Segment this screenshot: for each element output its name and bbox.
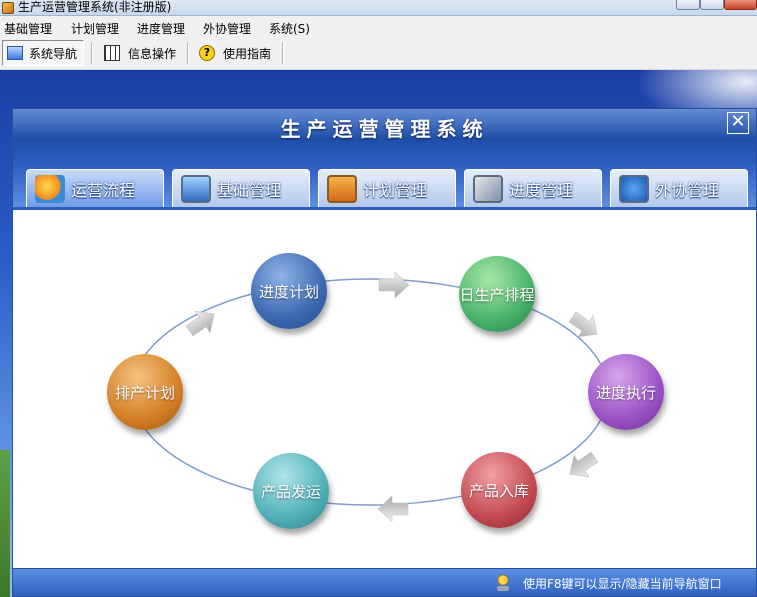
grid-icon <box>104 45 120 61</box>
info-ops-label: 信息操作 <box>128 46 177 61</box>
window-title: 生产运营管理系统(非注册版) <box>18 0 172 14</box>
tab-outsource-management[interactable]: 外协管理 <box>610 169 748 207</box>
arrow-icon <box>569 451 599 478</box>
menu-bar: 基础管理 计划管理 进度管理 外协管理 系统(S) <box>0 16 757 38</box>
globe-icon <box>619 174 649 203</box>
node-label: 进度计划 <box>258 282 319 301</box>
pencil-icon <box>473 174 503 203</box>
tab-label: 外协管理 <box>655 180 720 200</box>
node-label: 产品发运 <box>260 482 321 501</box>
rss-icon <box>327 174 357 203</box>
help-icon: ? <box>199 45 215 61</box>
node-label: 产品入库 <box>468 481 529 500</box>
node-label: 排产计划 <box>114 383 175 402</box>
user-guide-label: 使用指南 <box>223 46 272 61</box>
user-guide-button[interactable]: ? 使用指南 <box>199 40 271 66</box>
node-product-storage[interactable]: 产品入库 <box>461 452 537 528</box>
arrow-icon <box>185 310 215 337</box>
status-hint: 使用F8键可以显示/隐藏当前导航窗口 <box>523 577 722 591</box>
navigation-header: 生产运营管理系统 ✕ 运营流程 基础管理 计划管理 进度管理 外协管理 <box>13 109 756 207</box>
tab-operations-flow[interactable]: 运营流程 <box>26 169 164 207</box>
toolbar-separator <box>282 42 284 64</box>
info-ops-button[interactable]: 信息操作 <box>104 40 176 66</box>
status-bar: 使用F8键可以显示/隐藏当前导航窗口 <box>13 568 756 596</box>
navigation-window: 生产运营管理系统 ✕ 运营流程 基础管理 计划管理 进度管理 外协管理 进度计划… <box>12 108 757 597</box>
node-label: 日生产排程 <box>459 285 535 304</box>
monitor-icon <box>181 174 211 203</box>
shield-icon <box>35 174 65 203</box>
maximize-button[interactable] <box>700 0 724 10</box>
arrow-icon <box>377 495 409 523</box>
node-label: 进度执行 <box>595 383 656 402</box>
node-product-shipping[interactable]: 产品发运 <box>253 453 329 529</box>
tab-basic-management[interactable]: 基础管理 <box>172 169 310 207</box>
operations-flow-diagram: 进度计划 日生产排程 进度执行 产品入库 产品发运 排产计划 <box>13 210 756 568</box>
node-daily-schedule[interactable]: 日生产排程 <box>459 256 535 332</box>
menu-plan[interactable]: 计划管理 <box>71 20 119 37</box>
toolbar-separator <box>187 42 189 64</box>
monitor-icon <box>7 46 23 60</box>
tab-label: 计划管理 <box>363 180 428 200</box>
toolbar-separator <box>91 42 93 64</box>
toolbar: 系统导航 信息操作 ? 使用指南 <box>0 38 757 70</box>
user-icon <box>497 574 509 591</box>
window-title-bar: 生产运营管理系统(非注册版) <box>0 0 757 16</box>
minimize-button[interactable] <box>676 0 700 10</box>
menu-basic[interactable]: 基础管理 <box>4 20 52 37</box>
close-window-button[interactable] <box>724 0 757 10</box>
arrow-icon <box>568 311 598 338</box>
node-production-plan[interactable]: 排产计划 <box>107 354 183 430</box>
system-nav-button[interactable]: 系统导航 <box>2 40 85 66</box>
background-edge <box>0 450 10 597</box>
app-icon <box>2 2 14 14</box>
navigation-title: 生产运营管理系统 <box>280 117 489 141</box>
menu-progress[interactable]: 进度管理 <box>137 20 185 37</box>
tab-label: 进度管理 <box>509 180 574 200</box>
system-nav-label: 系统导航 <box>29 46 78 61</box>
tab-progress-management[interactable]: 进度管理 <box>464 169 602 207</box>
tab-label: 运营流程 <box>71 180 136 200</box>
menu-system[interactable]: 系统(S) <box>269 20 310 37</box>
tab-plan-management[interactable]: 计划管理 <box>318 169 456 207</box>
menu-outsource[interactable]: 外协管理 <box>203 20 251 37</box>
node-progress-plan[interactable]: 进度计划 <box>251 253 327 329</box>
tab-label: 基础管理 <box>217 180 282 200</box>
arrow-icon <box>378 271 410 299</box>
close-icon[interactable]: ✕ <box>727 112 749 134</box>
node-progress-execution[interactable]: 进度执行 <box>588 354 664 430</box>
